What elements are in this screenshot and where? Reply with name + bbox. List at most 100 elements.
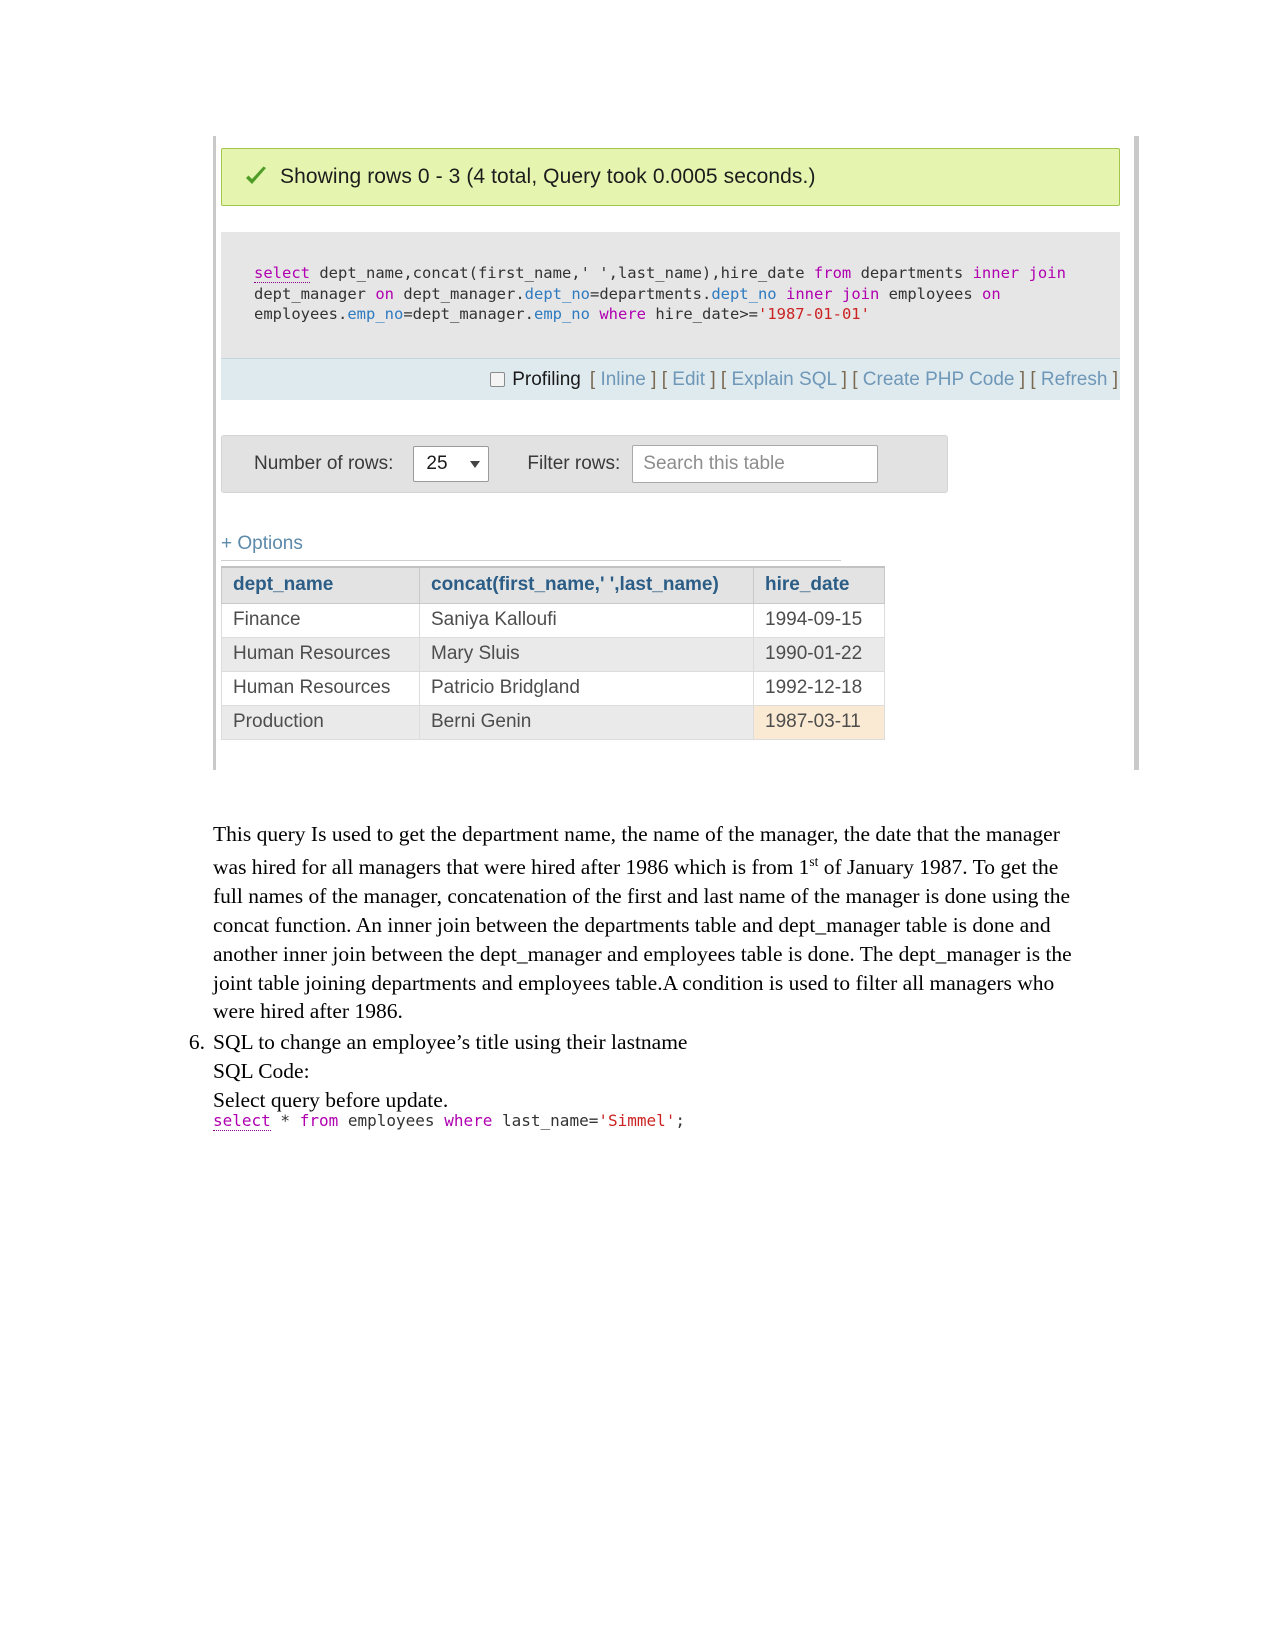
screenshot-left-border [213, 136, 216, 770]
sql-space-2 [777, 285, 786, 303]
sql-text-1: dept_name,concat(first_name,' ',last_nam… [310, 264, 814, 282]
sql-keyword-join-1: join [1028, 264, 1066, 282]
phpmyadmin-screenshot: Showing rows 0 - 3 (4 total, Query took … [213, 136, 1139, 770]
sql-keyword-select: select [254, 264, 310, 283]
doc-sql-text-2: employees [338, 1111, 445, 1130]
cell-dept-name: Finance [221, 603, 420, 638]
doc-sql-text-1: * [270, 1111, 300, 1130]
table-row[interactable]: Human Resources Mary Sluis 1990-01-22 [221, 637, 885, 672]
sql-text-6: employees [879, 284, 982, 303]
sql-keyword-inner-2: inner [785, 284, 833, 303]
table-row[interactable]: Finance Saniya Kalloufi 1994-09-15 [221, 603, 885, 638]
query-status-text: Showing rows 0 - 3 (4 total, Query took … [280, 165, 816, 188]
explanation-part-2: of January 1987. To get the full names o… [213, 855, 1072, 1024]
doc-sql-keyword-from: from [299, 1111, 339, 1130]
column-header-hire-date[interactable]: hire_date [753, 566, 885, 604]
bracket-open-edit: [ [661, 368, 667, 390]
table-row[interactable]: Human Resources Patricio Bridgland 1992-… [221, 671, 885, 706]
sql-text-9: hire_date>= [646, 305, 758, 323]
document-sql-code: select * from employees where last_name=… [213, 1110, 685, 1132]
sql-query-text[interactable]: select dept_name,concat(first_name,' ',l… [254, 263, 1104, 325]
doc-sql-string-literal: 'Simmel' [598, 1111, 676, 1130]
sql-column-dept-no-1: dept_no [524, 284, 590, 303]
sql-text-3: dept_manager [254, 284, 376, 303]
cell-hire-date: 1990-01-22 [753, 637, 885, 672]
bracket-close-php: ] [1019, 368, 1026, 390]
number-of-rows-label: Number of rows: [254, 453, 394, 474]
profiling-checkbox[interactable] [490, 372, 506, 387]
cell-dept-name: Human Resources [221, 671, 420, 706]
sql-space-4 [590, 305, 599, 323]
sql-keyword-join-2: join [842, 284, 880, 303]
sql-keyword-on-2: on [981, 284, 1001, 303]
bracket-open-inline: [ [589, 368, 596, 390]
query-results-table: dept_name concat(first_name,' ',last_nam… [221, 566, 885, 740]
query-action-links: [ Inline ] [ Edit ] [ Explain SQL ] [ Cr… [590, 369, 1118, 391]
options-divider [221, 560, 841, 561]
table-row[interactable]: Production Berni Genin 1987-03-11 [221, 705, 885, 740]
sql-space-1 [1019, 264, 1028, 282]
cell-dept-name: Human Resources [221, 637, 420, 672]
cell-hire-date: 1992-12-18 [753, 671, 885, 706]
sql-code-label: SQL Code: [213, 1058, 310, 1083]
sql-space-3 [833, 285, 842, 303]
sql-query-box: select dept_name,concat(first_name,' ',l… [221, 232, 1120, 358]
screenshot-right-border [1134, 136, 1139, 770]
bracket-open-php: [ [852, 368, 858, 390]
green-check-icon [246, 166, 266, 184]
doc-sql-keyword-where: where [444, 1111, 493, 1130]
sql-column-emp-no-2: emp_no [533, 305, 590, 323]
filter-rows-label: Filter rows: [527, 453, 621, 474]
explanation-paragraph: This query Is used to get the department… [213, 820, 1079, 1027]
sql-keyword-where: where [599, 305, 646, 323]
sql-column-dept-no-2: dept_no [711, 284, 777, 303]
column-header-concat-name[interactable]: concat(first_name,' ',last_name) [419, 566, 754, 604]
chevron-down-icon [470, 460, 481, 468]
cell-hire-date: 1987-03-11 [753, 705, 885, 740]
options-toggle-link[interactable]: + Options [221, 533, 303, 555]
refresh-link[interactable]: Refresh [1041, 369, 1108, 390]
doc-sql-semicolon: ; [675, 1111, 686, 1130]
sql-keyword-from: from [813, 264, 852, 282]
doc-sql-text-3: last_name= [492, 1111, 599, 1130]
doc-sql-keyword-select: select [213, 1111, 271, 1131]
number-of-rows-value: 25 [426, 453, 448, 474]
cell-full-name: Saniya Kalloufi [419, 603, 754, 638]
cell-hire-date: 1994-09-15 [753, 603, 885, 638]
bracket-close-refresh: ] [1112, 368, 1118, 390]
list-item-body: SQL to change an employee’s title using … [213, 1028, 1075, 1114]
sql-text-4: dept_manager. [394, 284, 525, 303]
sql-text-2: departments [851, 264, 973, 282]
table-header-row: dept_name concat(first_name,' ',last_nam… [221, 566, 885, 604]
sql-keyword-on-1: on [375, 284, 394, 303]
list-item-number: 6. [188, 1030, 205, 1054]
bracket-open-explain: [ [720, 368, 727, 390]
cell-dept-name: Production [221, 705, 420, 740]
explain-sql-link[interactable]: Explain SQL [731, 369, 836, 390]
bracket-close-explain: ] [841, 368, 847, 390]
edit-link[interactable]: Edit [672, 369, 705, 390]
number-of-rows-select[interactable]: 25 [413, 446, 490, 482]
sql-column-emp-no-1: emp_no [347, 305, 404, 323]
list-item-title: SQL to change an employee’s title using … [213, 1030, 688, 1054]
cell-full-name: Berni Genin [419, 705, 754, 740]
ordinal-suffix: st [809, 854, 819, 870]
numbered-list-item-6: 6. SQL to change an employee’s title usi… [175, 1028, 1075, 1114]
results-toolbar: Number of rows: 25 Filter rows: Search t… [221, 435, 948, 493]
bracket-close-inline: ] [651, 368, 657, 390]
sql-keyword-inner-1: inner [972, 264, 1020, 282]
query-action-bar: Profiling [ Inline ] [ Edit ] [ Explain … [221, 358, 1120, 400]
cell-full-name: Mary Sluis [419, 637, 754, 672]
inline-link[interactable]: Inline [600, 369, 645, 390]
filter-rows-input[interactable]: Search this table [632, 445, 879, 483]
bracket-open-refresh: [ [1030, 368, 1036, 390]
create-php-code-link[interactable]: Create PHP Code [863, 369, 1015, 390]
cell-full-name: Patricio Bridgland [419, 671, 754, 706]
bracket-close-edit: ] [710, 368, 716, 390]
sql-string-literal-date: '1987-01-01' [757, 305, 870, 323]
query-success-banner: Showing rows 0 - 3 (4 total, Query took … [221, 148, 1120, 206]
sql-text-7: employees. [254, 305, 348, 323]
sql-text-8: =dept_manager. [403, 305, 534, 323]
column-header-dept-name[interactable]: dept_name [221, 566, 420, 604]
sql-text-5: =departments. [589, 284, 712, 303]
